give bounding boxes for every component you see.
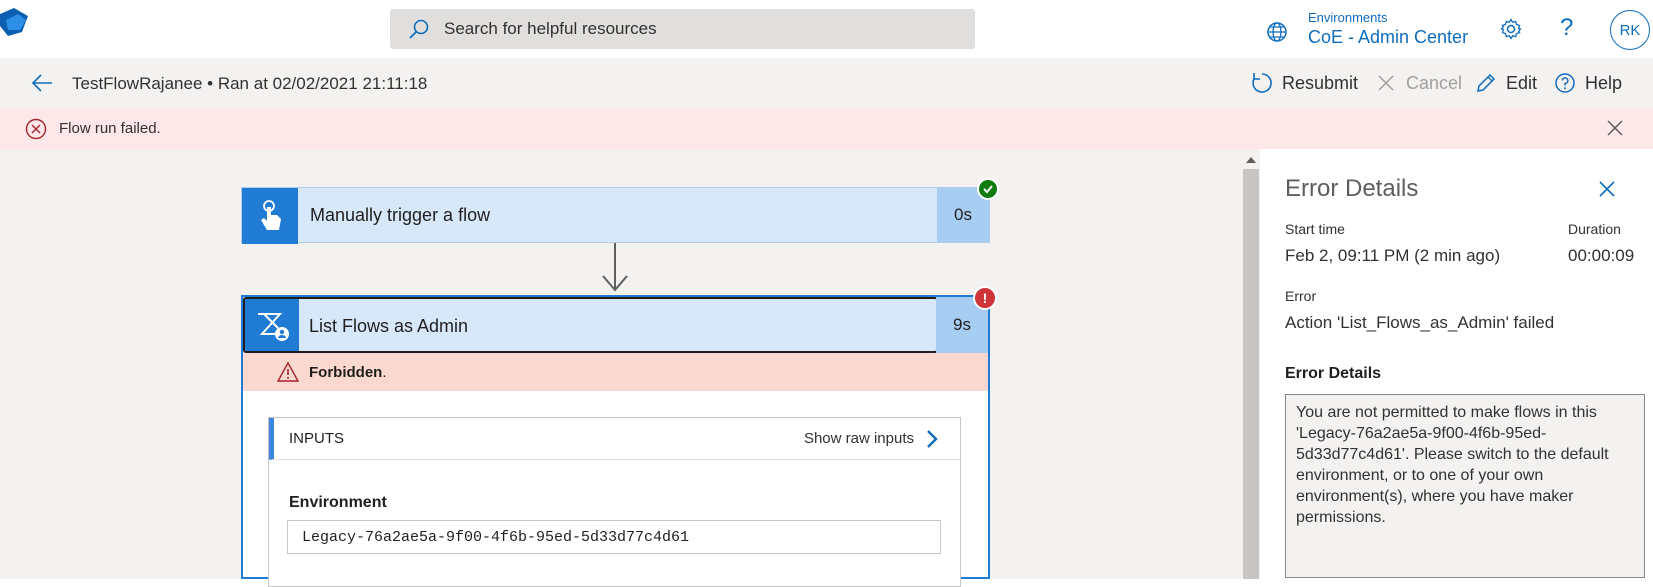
step-header[interactable]: List Flows as Admin 9s xyxy=(243,297,988,353)
environment-field[interactable]: Legacy-76a2ae5a-9f00-4f6b-95ed-5d33d77c4… xyxy=(287,520,941,554)
step-error-suffix: . xyxy=(382,363,387,381)
environments-label[interactable]: Environments xyxy=(1308,10,1387,25)
refresh-icon xyxy=(1252,73,1272,93)
error-details-text[interactable]: You are not permitted to make flows in t… xyxy=(1285,394,1645,578)
help-button[interactable]: Help xyxy=(1553,71,1622,95)
error-details-section-label: Error Details xyxy=(1285,365,1382,382)
resubmit-button[interactable]: Resubmit xyxy=(1250,71,1358,95)
inputs-header[interactable]: INPUTS Show raw inputs xyxy=(269,418,960,460)
search-icon xyxy=(409,19,429,39)
globe-icon[interactable] xyxy=(1265,20,1289,44)
panel-title: Error Details xyxy=(1285,175,1419,202)
step-error-title: Forbidden xyxy=(309,363,383,381)
step-error-bar: Forbidden. xyxy=(243,353,988,391)
flow-name: TestFlowRajanee xyxy=(72,74,203,93)
start-time-label: Start time xyxy=(1285,221,1345,237)
top-bar: Search for helpful resources Environment… xyxy=(0,0,1653,58)
hand-tap-icon xyxy=(261,200,281,230)
inputs-section: INPUTS Show raw inputs Environment Legac… xyxy=(268,417,961,587)
error-banner: Flow run failed. xyxy=(0,108,1653,149)
avatar[interactable]: RK xyxy=(1610,10,1650,50)
close-icon[interactable] xyxy=(1597,179,1617,199)
help-circle-icon xyxy=(1555,73,1575,93)
environment-field-label: Environment xyxy=(289,494,387,511)
start-time-value: Feb 2, 09:11 PM (2 min ago) xyxy=(1285,246,1501,265)
trigger-icon-box xyxy=(242,188,298,244)
chevron-right-icon[interactable] xyxy=(922,428,942,450)
power-automate-logo-icon[interactable] xyxy=(0,6,30,40)
environment-selector[interactable]: CoE - Admin Center xyxy=(1308,27,1468,48)
check-icon xyxy=(983,185,993,194)
scroll-up-icon[interactable] xyxy=(1246,157,1256,163)
step-title: List Flows as Admin xyxy=(309,316,469,336)
inputs-label: INPUTS xyxy=(289,430,345,447)
pencil-icon xyxy=(1477,73,1496,92)
step-card-trigger[interactable]: Manually trigger a flow 0s xyxy=(241,187,990,244)
duration-value: 00:00:09 xyxy=(1568,246,1635,265)
scrollbar-thumb[interactable] xyxy=(1243,169,1259,579)
edit-label: Edit xyxy=(1506,72,1538,93)
error-value: Action 'List_Flows_as_Admin' failed xyxy=(1285,313,1555,332)
canvas-scrollbar[interactable] xyxy=(1242,149,1260,579)
error-label: Error xyxy=(1285,288,1317,304)
edit-button[interactable]: Edit xyxy=(1474,71,1537,95)
step-title: Manually trigger a flow xyxy=(310,205,491,225)
resubmit-label: Resubmit xyxy=(1282,72,1359,93)
step-header-focus: List Flows as Admin xyxy=(243,297,938,353)
breadcrumb: TestFlowRajanee • Ran at 02/02/2021 21:1… xyxy=(72,74,427,94)
error-details-panel: Error Details Start time Feb 2, 09:11 PM… xyxy=(1264,149,1653,579)
banner-message: Flow run failed. xyxy=(59,120,161,137)
admin-connector-icon-box xyxy=(245,299,299,351)
close-icon xyxy=(1378,75,1394,91)
run-info: Ran at 02/02/2021 21:11:18 xyxy=(217,74,428,93)
search-box[interactable]: Search for helpful resources xyxy=(390,9,975,49)
cancel-button[interactable]: Cancel xyxy=(1374,71,1462,95)
error-circle-icon xyxy=(25,118,47,139)
error-badge-icon: ! xyxy=(973,286,997,310)
command-bar: TestFlowRajanee • Ran at 02/02/2021 21:1… xyxy=(0,58,1653,108)
duration-label: Duration xyxy=(1568,221,1621,237)
cancel-label: Cancel xyxy=(1406,72,1463,93)
admin-connector-icon xyxy=(258,313,289,341)
breadcrumb-separator: • xyxy=(207,74,214,93)
arrow-down-icon xyxy=(602,275,628,292)
warning-icon xyxy=(277,361,299,382)
show-raw-inputs-link[interactable]: Show raw inputs xyxy=(804,430,914,447)
search-placeholder: Search for helpful resources xyxy=(444,19,657,38)
help-label: Help xyxy=(1585,72,1623,93)
back-arrow-icon[interactable] xyxy=(30,71,54,95)
success-check-icon xyxy=(977,178,999,200)
gear-icon[interactable] xyxy=(1499,17,1523,41)
step-card-list-flows[interactable]: List Flows as Admin 9s Forbidden. INPUTS… xyxy=(241,295,990,587)
close-icon[interactable] xyxy=(1605,118,1625,138)
help-icon[interactable]: ? xyxy=(1560,14,1573,42)
